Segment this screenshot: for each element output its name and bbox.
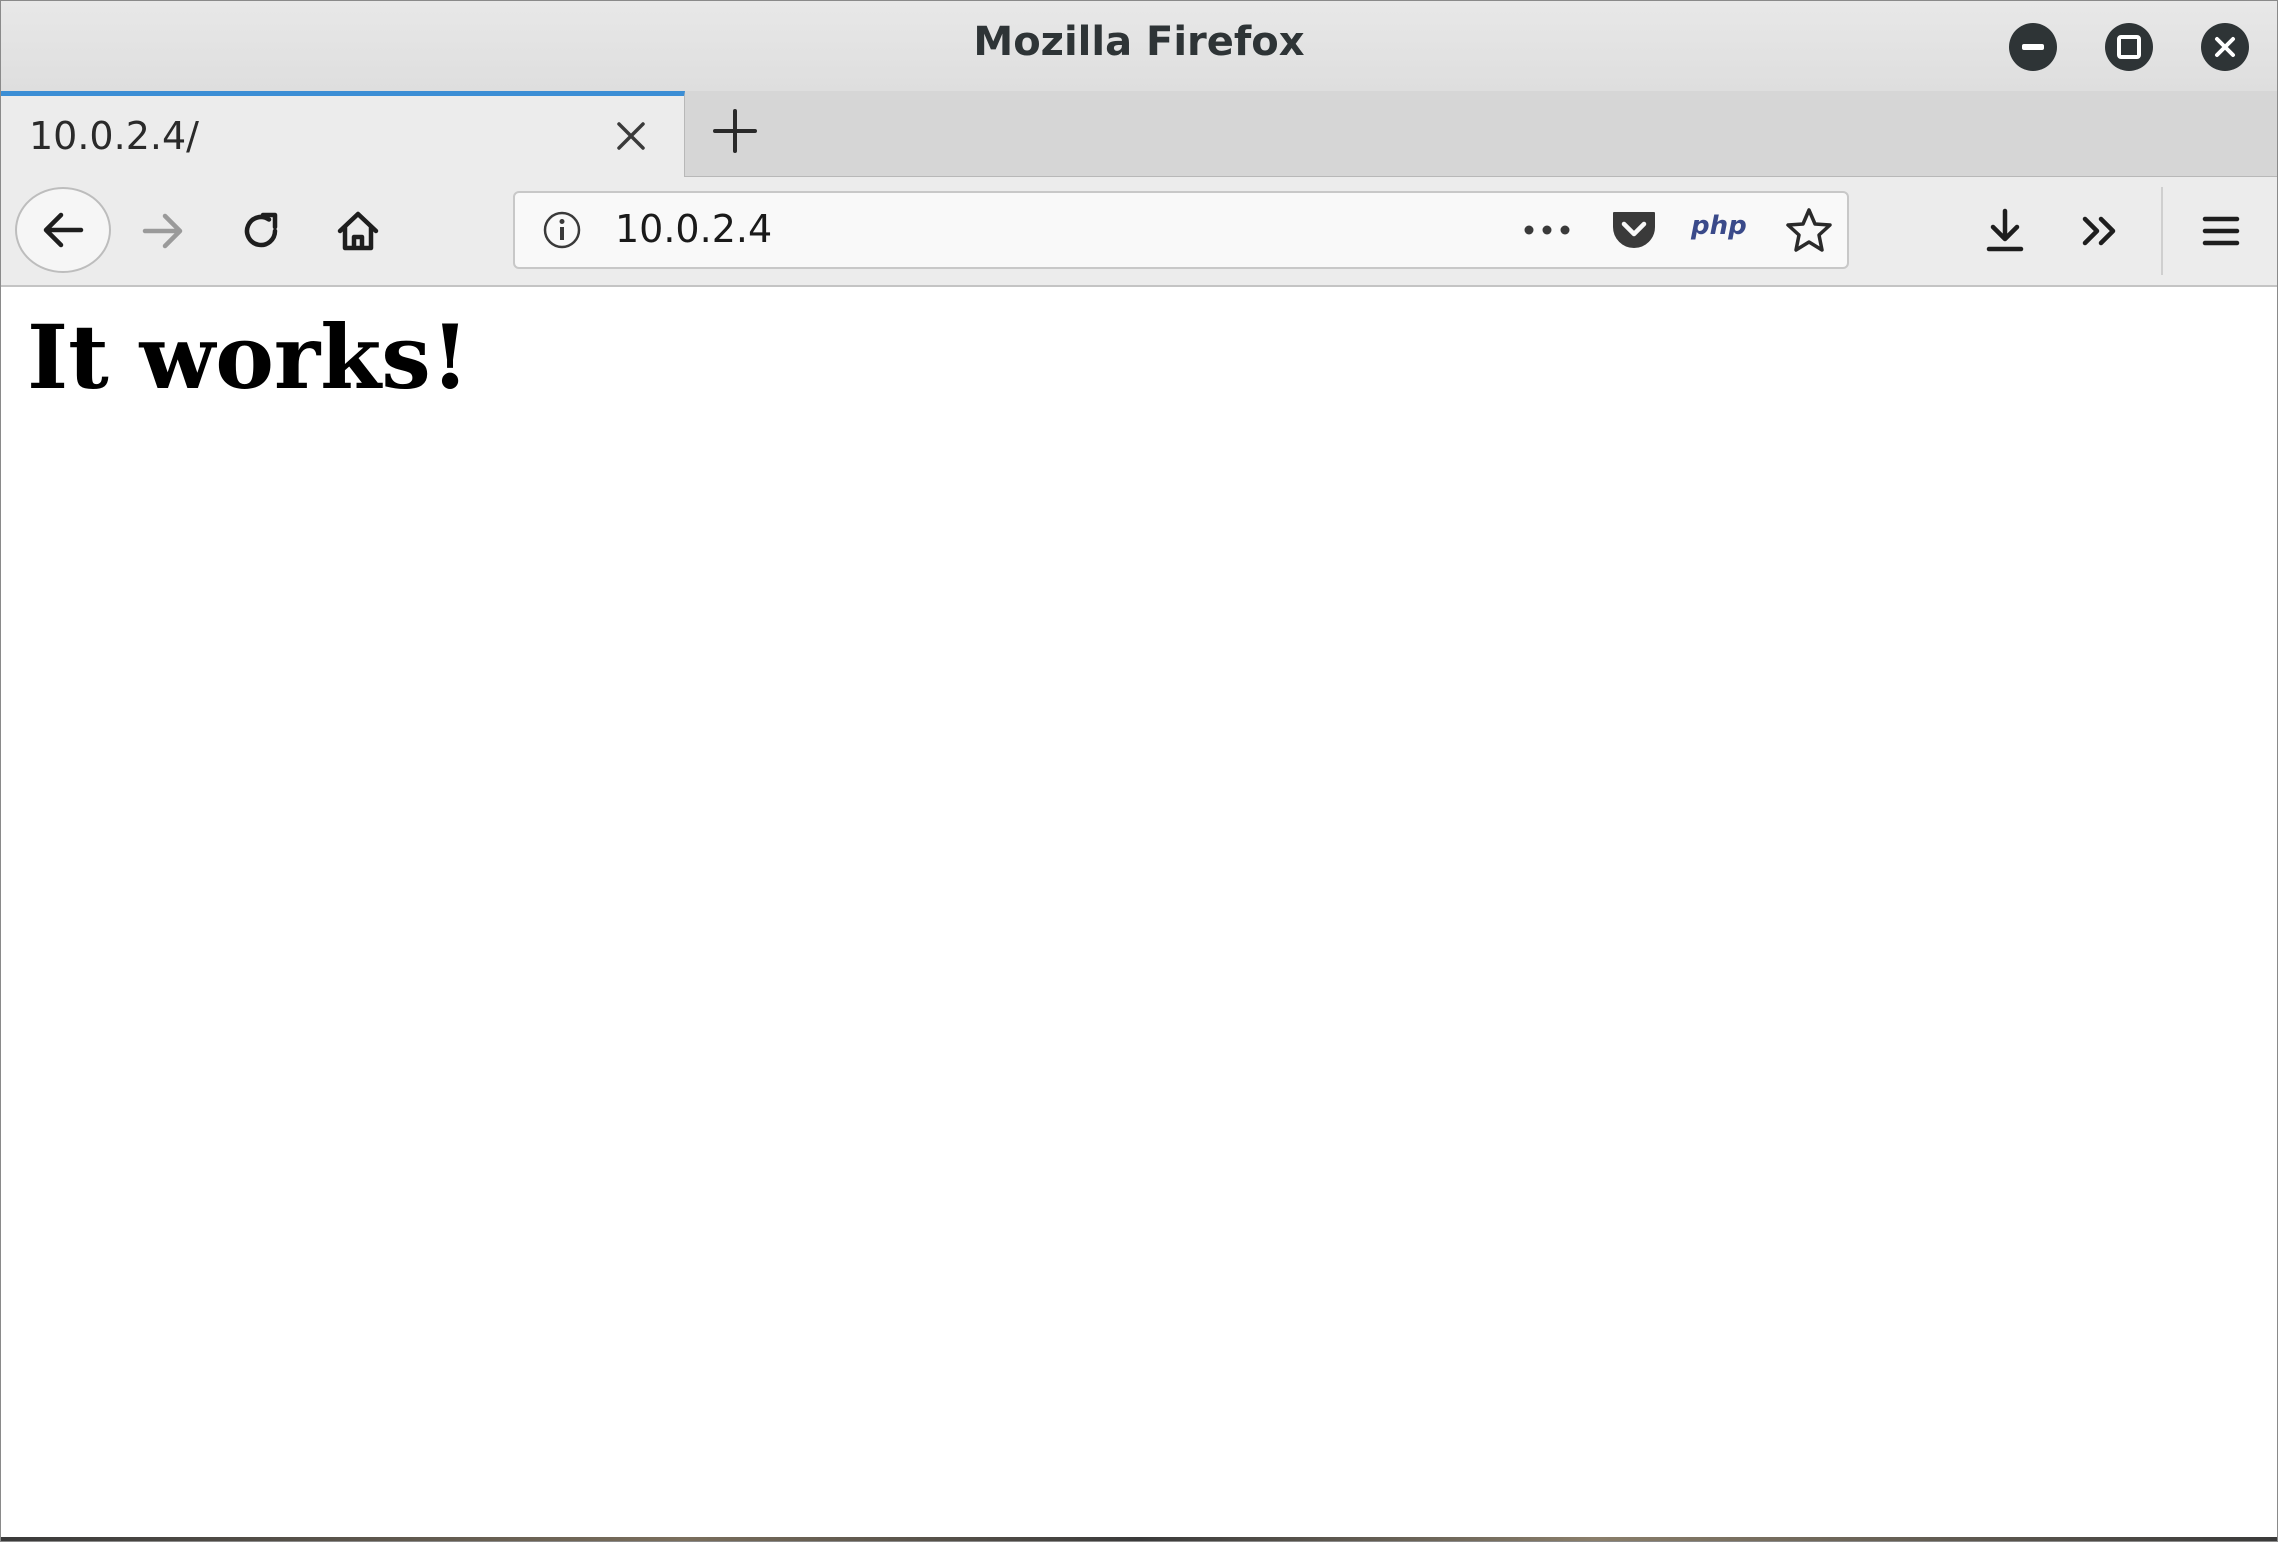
minimize-icon [2022, 44, 2044, 50]
forward-button[interactable] [131, 199, 195, 263]
window-title: Mozilla Firefox [973, 19, 1305, 65]
tab-active[interactable]: 10.0.2.4/ [1, 91, 685, 177]
arrow-left-icon [43, 212, 84, 248]
downloads-button[interactable] [1973, 199, 2037, 263]
close-icon[interactable] [611, 116, 651, 156]
plus-icon[interactable] [707, 103, 763, 159]
more-icon[interactable] [1519, 209, 1575, 251]
desktop-background-strip [1, 1537, 2277, 1541]
url-bar[interactable]: 10.0.2.4 php [513, 191, 1849, 269]
overflow-menu-button[interactable] [2069, 199, 2133, 263]
browser-window: Mozilla Firefox 10.0.2.4/ 10.0.2.4 php I… [0, 0, 2278, 1542]
tab-title: 10.0.2.4/ [29, 114, 199, 158]
close-window-button[interactable] [2201, 23, 2249, 71]
minimize-button[interactable] [2009, 23, 2057, 71]
arrow-right-icon [142, 213, 183, 249]
pocket-icon[interactable] [1609, 207, 1659, 253]
chevron-double-right-icon [2082, 216, 2116, 246]
download-icon [1986, 208, 2024, 252]
home-button[interactable] [326, 199, 390, 263]
maximize-icon [2117, 35, 2141, 59]
php-extension-button[interactable]: php [1691, 211, 1747, 241]
url-text[interactable]: 10.0.2.4 [615, 207, 772, 251]
reload-button[interactable] [229, 199, 293, 263]
page-heading: It works! [27, 305, 470, 409]
info-icon[interactable] [541, 209, 583, 251]
navigation-toolbar: 10.0.2.4 php [1, 177, 2277, 287]
close-icon [2215, 37, 2235, 57]
star-icon[interactable] [1783, 205, 1835, 257]
title-bar[interactable]: Mozilla Firefox [1, 1, 2277, 91]
page-content: It works! [1, 287, 2277, 1541]
reload-icon [244, 212, 278, 248]
maximize-button[interactable] [2105, 23, 2153, 71]
main-menu-button[interactable] [2189, 199, 2253, 263]
back-button[interactable] [15, 187, 111, 273]
home-icon [337, 211, 379, 251]
tab-strip: 10.0.2.4/ [1, 91, 2277, 177]
hamburger-menu-icon [2202, 216, 2240, 246]
toolbar-divider [2161, 187, 2163, 275]
